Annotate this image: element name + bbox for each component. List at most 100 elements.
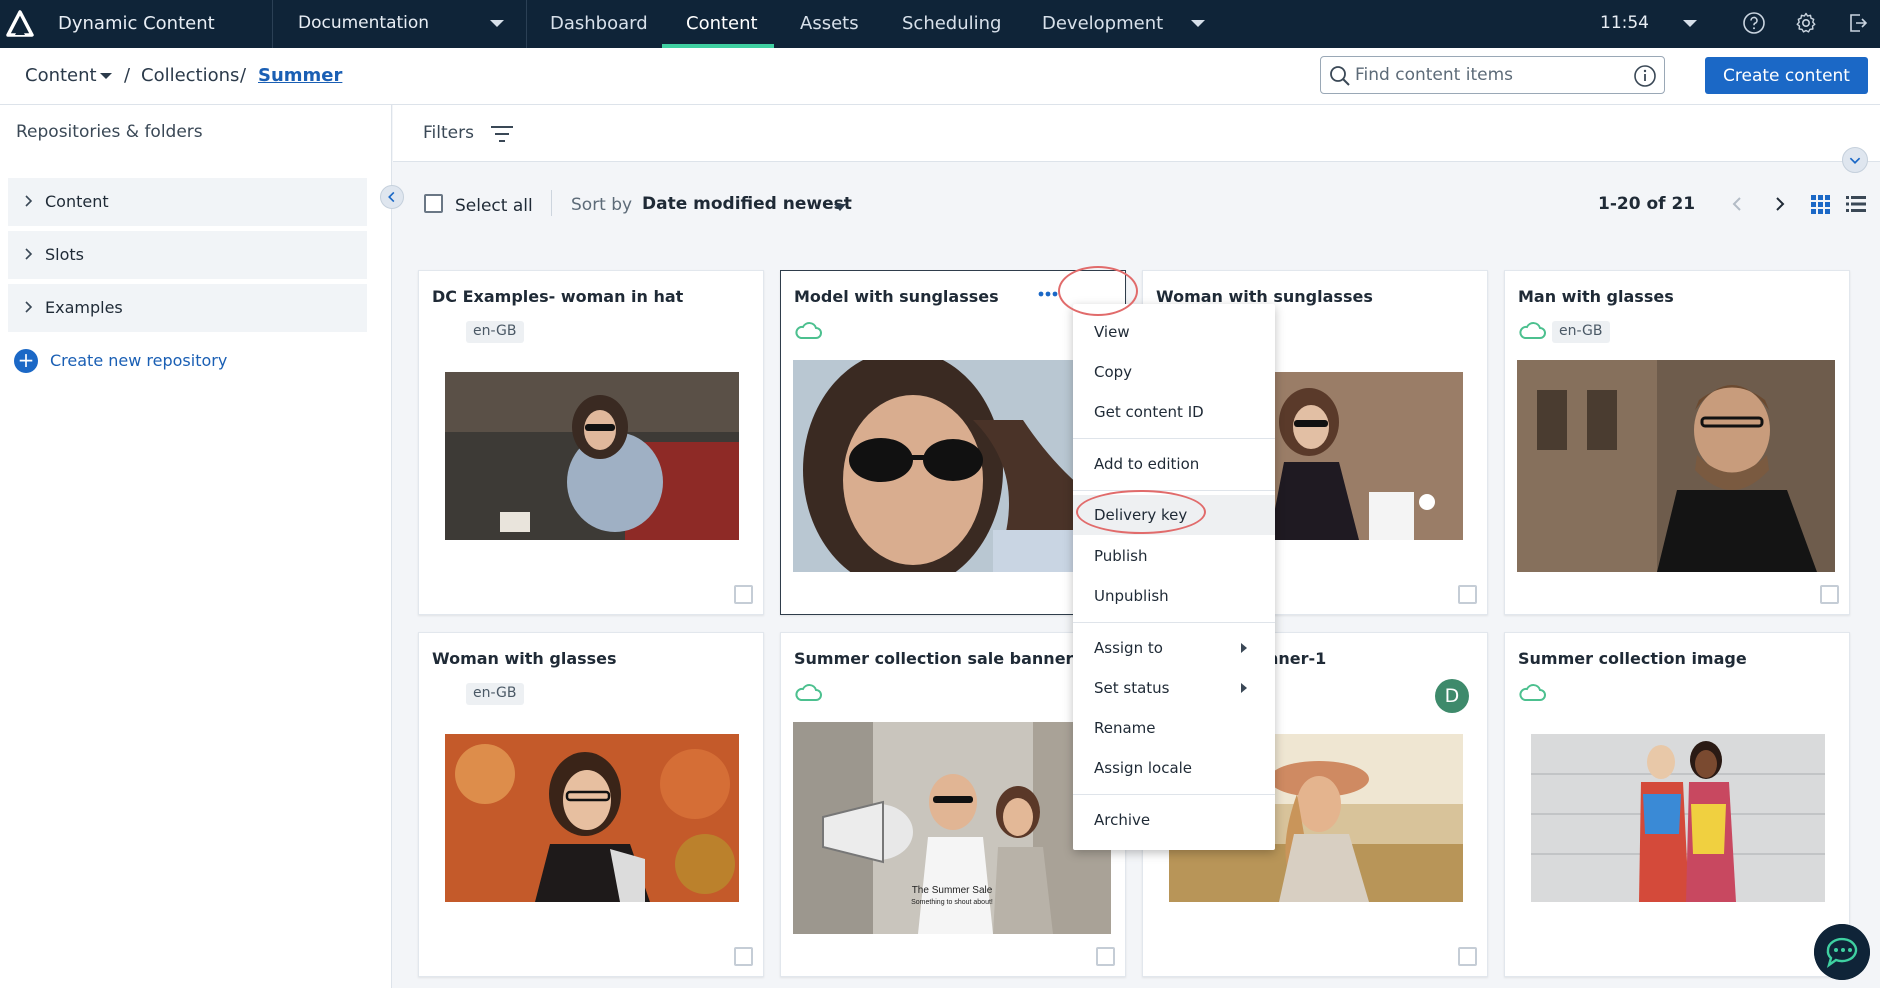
card-title: Summer collection image	[1518, 649, 1747, 668]
help-icon[interactable]	[1742, 11, 1766, 35]
chevron-down-icon[interactable]	[1683, 20, 1697, 27]
top-nav-bar: Dynamic Content Documentation Dashboard …	[0, 0, 1880, 48]
filter-icon[interactable]	[489, 123, 515, 145]
card-checkbox[interactable]	[734, 947, 753, 966]
gear-icon[interactable]	[1794, 11, 1818, 35]
sort-dropdown[interactable]: Date modified newest	[642, 194, 852, 214]
breadcrumb-separator: /	[124, 65, 131, 86]
cloud-published-icon	[1519, 322, 1546, 339]
menu-item-label: Set status	[1094, 679, 1170, 697]
plus-icon: +	[14, 349, 38, 373]
content-card[interactable]: Woman with glasses en-GB	[418, 632, 764, 977]
chevron-down-icon[interactable]	[100, 73, 112, 79]
sign-out-icon[interactable]	[1846, 11, 1870, 35]
chat-support-button[interactable]	[1814, 924, 1870, 980]
menu-item-rename[interactable]: Rename	[1073, 708, 1275, 748]
divider	[272, 0, 273, 48]
menu-separator	[1073, 794, 1275, 795]
menu-item-unpublish[interactable]: Unpublish	[1073, 576, 1275, 616]
menu-item-copy[interactable]: Copy	[1073, 352, 1275, 392]
menu-item-get-content-id[interactable]: Get content ID	[1073, 392, 1275, 432]
tab-content[interactable]: Content	[686, 13, 758, 34]
list-toolbar: Select all Sort by Date modified newest …	[393, 162, 1880, 246]
chevron-right-icon	[25, 301, 33, 313]
tab-development[interactable]: Development	[1042, 13, 1163, 34]
menu-item-add-to-edition[interactable]: Add to edition	[1073, 444, 1275, 484]
breadcrumb-collections[interactable]: Collections	[141, 65, 239, 86]
menu-item-publish[interactable]: Publish	[1073, 536, 1275, 576]
caret-right-icon	[1241, 643, 1247, 653]
card-checkbox[interactable]	[1458, 947, 1477, 966]
card-thumbnail	[1517, 360, 1835, 572]
more-options-icon[interactable]	[1036, 285, 1060, 303]
menu-item-set-status[interactable]: Set status	[1073, 668, 1275, 708]
card-checkbox[interactable]	[1458, 585, 1477, 604]
cloud-published-icon	[795, 684, 822, 701]
menu-separator	[1073, 490, 1275, 491]
menu-separator	[1073, 438, 1275, 439]
select-all-checkbox[interactable]	[424, 194, 443, 213]
filters-label[interactable]: Filters	[423, 123, 474, 143]
card-checkbox[interactable]	[734, 585, 753, 604]
card-title: Man with glasses	[1518, 287, 1674, 306]
search-input[interactable]	[1355, 63, 1615, 87]
cloud-published-icon	[795, 322, 822, 339]
chevron-down-icon[interactable]	[834, 204, 846, 211]
avatar: D	[1435, 679, 1469, 713]
chevron-down-icon[interactable]	[490, 20, 504, 27]
sidebar-item-slots[interactable]: Slots	[8, 231, 367, 279]
sidebar-item-label: Examples	[45, 298, 123, 317]
banner-caption: The Summer Sale	[911, 885, 993, 896]
sidebar-item-examples[interactable]: Examples	[8, 284, 367, 332]
locale-badge: en-GB	[466, 321, 524, 343]
tab-scheduling[interactable]: Scheduling	[902, 13, 1001, 34]
card-title: Summer collection sale banner	[794, 649, 1074, 668]
card-thumbnail	[445, 372, 739, 540]
divider	[551, 190, 552, 216]
list-view-icon[interactable]	[1844, 192, 1868, 216]
grid-view-icon[interactable]	[1808, 192, 1832, 216]
tab-assets[interactable]: Assets	[800, 13, 859, 34]
breadcrumb-current[interactable]: Summer	[258, 65, 342, 86]
pagination-range: 1-20 of 21	[1598, 194, 1696, 214]
select-all-label[interactable]: Select all	[455, 196, 533, 216]
create-repository-label: Create new repository	[50, 351, 228, 370]
search-box	[1320, 56, 1665, 94]
menu-item-assign-to[interactable]: Assign to	[1073, 628, 1275, 668]
content-card[interactable]: DC Examples- woman in hat en-GB	[418, 270, 764, 615]
breadcrumb-separator: /	[240, 65, 247, 86]
hub-selector[interactable]: Documentation	[298, 13, 429, 33]
card-thumbnail	[1531, 734, 1825, 902]
chevron-right-icon[interactable]	[1768, 192, 1792, 216]
menu-item-archive[interactable]: Archive	[1073, 800, 1275, 840]
menu-item-label: Assign locale	[1094, 759, 1193, 777]
menu-separator	[1073, 622, 1275, 623]
card-title: Woman with glasses	[432, 649, 617, 668]
sidebar: Repositories & folders Content Slots Exa…	[0, 105, 392, 988]
menu-item-view[interactable]: View	[1073, 312, 1275, 352]
caret-right-icon	[1241, 683, 1247, 693]
chevron-down-icon[interactable]	[1191, 20, 1205, 27]
banner-subcaption: Something to shout about!	[911, 899, 993, 906]
menu-item-label: Publish	[1094, 547, 1148, 565]
amplience-logo-icon[interactable]	[6, 10, 34, 38]
divider	[526, 0, 527, 48]
card-checkbox[interactable]	[1820, 585, 1839, 604]
breadcrumb-content[interactable]: Content	[25, 65, 97, 86]
sidebar-item-label: Slots	[45, 245, 84, 264]
content-card[interactable]: Man with glasses en-GB	[1504, 270, 1850, 615]
menu-item-label: Copy	[1094, 363, 1133, 381]
card-checkbox[interactable]	[1096, 947, 1115, 966]
sidebar-item-content[interactable]: Content	[8, 178, 367, 226]
menu-item-label: Add to edition	[1094, 455, 1200, 473]
filters-bar: Filters	[393, 105, 1880, 162]
info-icon[interactable]	[1633, 64, 1657, 88]
create-content-button[interactable]: Create content	[1705, 57, 1868, 94]
menu-item-assign-locale[interactable]: Assign locale	[1073, 748, 1275, 788]
chevron-right-icon	[25, 195, 33, 207]
tab-dashboard[interactable]: Dashboard	[550, 13, 648, 34]
cloud-published-icon	[1519, 684, 1546, 701]
chevron-left-icon[interactable]	[1725, 192, 1749, 216]
content-card[interactable]: Summer collection image	[1504, 632, 1850, 977]
menu-item-label: View	[1094, 323, 1130, 341]
